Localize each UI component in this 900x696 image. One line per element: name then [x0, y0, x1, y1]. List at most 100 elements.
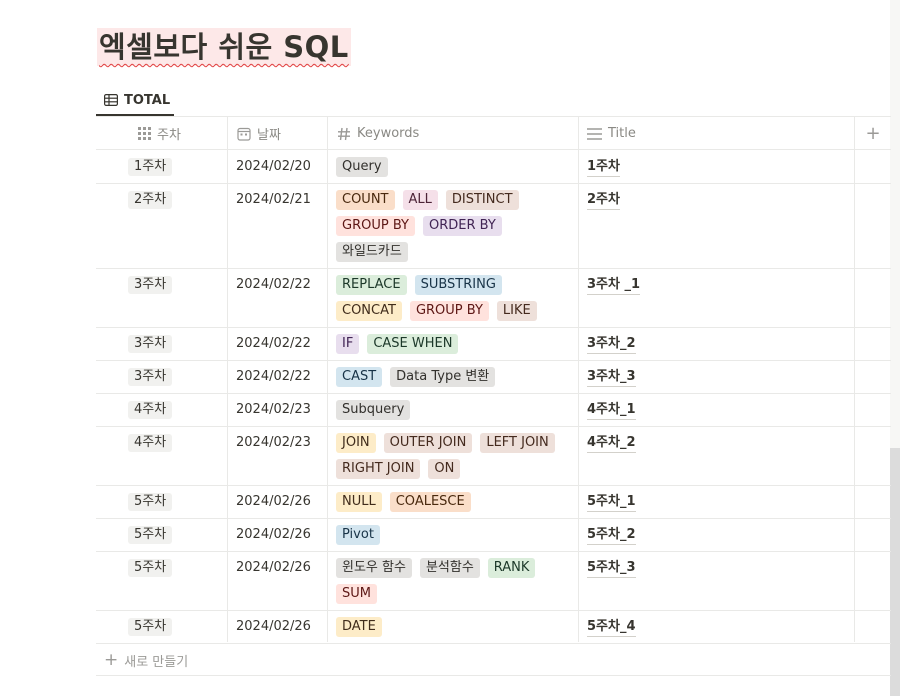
table-row[interactable]: 5주차 2024/02/26 DATE 5주차_4 [96, 610, 891, 643]
week-cell[interactable]: 5주차 [128, 493, 173, 511]
column-header-title[interactable]: Title [587, 118, 636, 149]
week-cell[interactable]: 2주차 [128, 191, 173, 209]
calendar-icon [237, 127, 251, 141]
keyword-tag: DATE [336, 617, 382, 637]
keywords-cell[interactable]: IF CASE WHEN [336, 334, 574, 354]
keywords-cell[interactable]: JOIN OUTER JOIN LEFT JOIN RIGHT JOIN ON [336, 433, 574, 479]
dots-grid-icon [138, 127, 151, 140]
tab-total-label: TOTAL [124, 92, 171, 108]
date-cell[interactable]: 2024/02/23 [236, 401, 311, 419]
keyword-tag: GROUP BY [336, 216, 415, 236]
keyword-tag: COUNT [336, 190, 395, 210]
title-cell-link[interactable]: 1주차 [587, 158, 620, 177]
week-cell[interactable]: 3주차 [128, 335, 173, 353]
week-cell[interactable]: 4주차 [128, 434, 173, 452]
keyword-tag: CASE WHEN [367, 334, 459, 354]
column-header-week-label: 주차 [157, 128, 181, 143]
table-row[interactable]: 3주차 2024/02/22 IF CASE WHEN 3주차_2 [96, 327, 891, 360]
plus-icon: + [104, 650, 119, 670]
week-cell[interactable]: 4주차 [128, 401, 173, 419]
week-cell[interactable]: 5주차 [128, 526, 173, 544]
table-row[interactable]: 3주차 2024/02/22 CAST Data Type 변환 3주차_3 [96, 360, 891, 393]
week-cell[interactable]: 5주차 [128, 618, 173, 636]
date-cell[interactable]: 2024/02/26 [236, 559, 311, 577]
keywords-cell[interactable]: DATE [336, 617, 574, 637]
keyword-tag: Pivot [336, 525, 380, 545]
date-cell[interactable]: 2024/02/20 [236, 158, 311, 176]
date-cell[interactable]: 2024/02/22 [236, 276, 311, 294]
title-cell-link[interactable]: 5주차_2 [587, 526, 636, 545]
week-cell[interactable]: 3주차 [128, 276, 173, 294]
keywords-cell[interactable]: COUNT ALL DISTINCT GROUP BY ORDER BY 와일드카드 [336, 190, 574, 262]
keyword-tag: COALESCE [389, 492, 471, 512]
keyword-tag: Data Type 변환 [390, 367, 496, 387]
table-icon [104, 94, 118, 106]
keyword-tag: REPLACE [336, 275, 407, 295]
keywords-cell[interactable]: Query [336, 157, 574, 177]
column-header-keywords[interactable]: Keywords [337, 118, 419, 149]
keyword-tag: DISTINCT [445, 190, 519, 210]
date-cell[interactable]: 2024/02/21 [236, 191, 311, 209]
table-row[interactable]: 5주차 2024/02/26 윈도우 함수 분석함수 RANK SUM 5주차_3 [96, 551, 891, 610]
keyword-tag: RANK [487, 558, 536, 578]
date-cell[interactable]: 2024/02/22 [236, 335, 311, 353]
title-cell-link[interactable]: 5주차_4 [587, 618, 636, 637]
table-row[interactable]: 3주차 2024/02/22 REPLACE SUBSTRING CONCAT GROUP… [96, 268, 891, 327]
column-header-week[interactable]: 주차 [138, 118, 181, 149]
keywords-cell[interactable]: Subquery [336, 400, 574, 420]
column-header-date-label: 날짜 [257, 128, 281, 143]
column-header-date[interactable]: 날짜 [237, 118, 281, 149]
scrollbar-thumb[interactable] [890, 448, 900, 696]
page-title-text: 엑셀보다 쉬운 SQL [99, 30, 349, 64]
title-cell-link[interactable]: 4주차_2 [587, 434, 636, 453]
title-cell-link[interactable]: 2주차 [587, 191, 620, 210]
keywords-cell[interactable]: 윈도우 함수 분석함수 RANK SUM [336, 558, 574, 604]
week-cell[interactable]: 3주차 [128, 368, 173, 386]
keyword-tag: ON [428, 459, 461, 479]
title-cell-link[interactable]: 5주차_3 [587, 559, 636, 578]
date-cell[interactable]: 2024/02/26 [236, 493, 311, 511]
keywords-cell[interactable]: REPLACE SUBSTRING CONCAT GROUP BY LIKE [336, 275, 574, 321]
keywords-cell[interactable]: NULL COALESCE [336, 492, 574, 512]
text-lines-icon [587, 127, 602, 140]
keywords-cell[interactable]: CAST Data Type 변환 [336, 367, 574, 387]
table-row[interactable]: 4주차 2024/02/23 JOIN OUTER JOIN LEFT JOIN RIGH… [96, 426, 891, 485]
keyword-tag: 와일드카드 [336, 242, 408, 262]
new-row-label: 새로 만들기 [124, 654, 189, 670]
table-top-border [96, 116, 891, 117]
date-cell[interactable]: 2024/02/23 [236, 434, 311, 452]
table-row[interactable]: 5주차 2024/02/26 Pivot 5주차_2 [96, 518, 891, 551]
title-cell-link[interactable]: 5주차_1 [587, 493, 636, 512]
keyword-tag: IF [336, 334, 360, 354]
date-cell[interactable]: 2024/02/26 [236, 618, 311, 636]
keyword-tag: SUM [336, 584, 377, 604]
keyword-tag: JOIN [336, 433, 376, 453]
week-cell[interactable]: 1주차 [128, 158, 173, 176]
keyword-tag: 윈도우 함수 [336, 558, 412, 578]
column-header-keywords-label: Keywords [357, 126, 420, 141]
table-row[interactable]: 4주차 2024/02/23 Subquery 4주차_1 [96, 393, 891, 426]
tab-total[interactable]: TOTAL [96, 84, 174, 116]
add-column-button[interactable]: + [856, 118, 890, 149]
keyword-tag: SUBSTRING [414, 275, 502, 295]
new-row-button[interactable]: + 새로 만들기 [104, 650, 188, 670]
title-cell-link[interactable]: 3주차_3 [587, 368, 636, 387]
keyword-tag: ORDER BY [422, 216, 502, 236]
table-row[interactable]: 1주차 2024/02/20 Query 1주차 [96, 150, 891, 183]
keywords-cell[interactable]: Pivot [336, 525, 574, 545]
keyword-tag: LEFT JOIN [480, 433, 555, 453]
date-cell[interactable]: 2024/02/22 [236, 368, 311, 386]
title-cell-link[interactable]: 3주차_2 [587, 335, 636, 354]
row-border [96, 643, 891, 644]
keyword-tag: NULL [336, 492, 382, 512]
table-row[interactable]: 2주차 2024/02/21 COUNT ALL DISTINCT GROUP BY ORD… [96, 183, 891, 268]
keyword-tag: Subquery [336, 400, 411, 420]
keyword-tag: LIKE [496, 301, 537, 321]
keyword-tag: RIGHT JOIN [336, 459, 421, 479]
page-title[interactable]: 엑셀보다 쉬운 SQL [97, 28, 351, 66]
title-cell-link[interactable]: 4주차_1 [587, 401, 636, 420]
table-row[interactable]: 5주차 2024/02/26 NULL COALESCE 5주차_1 [96, 485, 891, 518]
date-cell[interactable]: 2024/02/26 [236, 526, 311, 544]
week-cell[interactable]: 5주차 [128, 559, 173, 577]
title-cell-link[interactable]: 3주차 _1 [587, 276, 641, 295]
